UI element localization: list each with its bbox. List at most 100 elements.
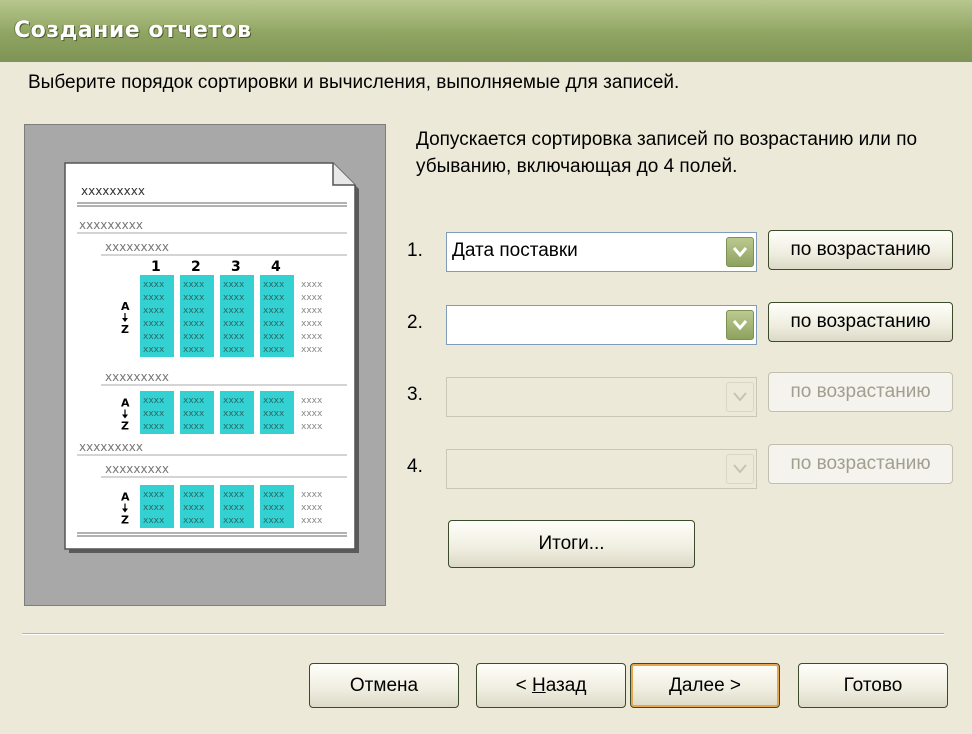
preview-placeholder: xxxx <box>143 409 165 419</box>
preview-placeholder: xxxx <box>183 503 205 513</box>
preview-placeholder: xxxx <box>183 396 205 406</box>
sort-field-4-combo[interactable] <box>446 449 757 489</box>
chevron-down-icon[interactable] <box>726 454 754 484</box>
preview-placeholder: xxxx <box>143 332 165 342</box>
preview-placeholder: xxxx <box>183 516 205 526</box>
sort-row-1-number: 1. <box>407 240 423 261</box>
preview-placeholder: xxxx <box>183 345 205 355</box>
chevron-down-icon[interactable] <box>726 310 754 340</box>
preview-placeholder: xxxxxxxxx <box>105 370 169 384</box>
preview-placeholder: xxxx <box>223 306 245 316</box>
report-preview-panel: xxxxxxxxx xxxxxxxxx xxxxxxxxx 1 2 3 4 xxxx xxxx x… <box>24 124 386 606</box>
sort-glyph-a: A <box>121 491 130 504</box>
preview-placeholder: xxxx <box>143 280 165 290</box>
preview-placeholder: xxxxxxxxx <box>79 218 143 232</box>
finish-button[interactable]: Готово <box>798 663 948 708</box>
preview-placeholder: xxxx <box>183 293 205 303</box>
sort-order-1-button[interactable]: по возрастанию <box>768 230 953 270</box>
sort-row-4-number: 4. <box>407 456 423 477</box>
totals-button[interactable]: Итоги... <box>448 520 695 568</box>
preview-placeholder: xxxx <box>263 503 285 513</box>
preview-placeholder: xxxx <box>223 490 245 500</box>
preview-placeholder: xxxx <box>301 293 323 303</box>
back-button-prefix: < <box>515 675 532 696</box>
report-wizard-dialog: Создание отчетов Выберите порядок сортир… <box>0 0 972 734</box>
preview-placeholder: xxxx <box>183 422 205 432</box>
preview-placeholder: xxxx <box>263 280 285 290</box>
preview-placeholder: xxxx <box>223 332 245 342</box>
preview-placeholder: xxxx <box>263 306 285 316</box>
preview-column-number: 2 <box>191 259 201 275</box>
preview-placeholder: xxxx <box>263 332 285 342</box>
preview-placeholder: xxxx <box>183 409 205 419</box>
preview-placeholder: xxxx <box>223 409 245 419</box>
preview-placeholder: xxxx <box>301 345 323 355</box>
cancel-button[interactable]: Отмена <box>309 663 459 708</box>
preview-placeholder: xxxx <box>263 396 285 406</box>
sort-description: Допускается сортировка записей по возрас… <box>416 129 918 177</box>
preview-placeholder: xxxxxxxxx <box>79 440 143 454</box>
preview-placeholder: xxxxxxxxx <box>81 184 145 198</box>
next-button-hotkey: Д <box>668 675 682 696</box>
sort-field-3-combo[interactable] <box>446 377 757 417</box>
preview-placeholder: xxxx <box>301 516 323 526</box>
sort-glyph-z: Z <box>121 323 129 336</box>
chevron-down-icon[interactable] <box>726 237 754 267</box>
preview-placeholder: xxxx <box>183 280 205 290</box>
preview-placeholder: xxxxxxxxx <box>105 462 169 476</box>
preview-placeholder: xxxx <box>301 319 323 329</box>
preview-placeholder: xxxx <box>223 503 245 513</box>
preview-placeholder: xxxx <box>301 490 323 500</box>
preview-placeholder: xxxx <box>301 396 323 406</box>
preview-placeholder: xxxx <box>143 396 165 406</box>
preview-placeholder: xxxx <box>263 516 285 526</box>
sort-glyph-z: Z <box>121 514 129 527</box>
title-bar[interactable]: Создание отчетов <box>0 0 972 62</box>
preview-placeholder: xxxx <box>223 319 245 329</box>
report-preview-illustration: xxxxxxxxxxxxxxxxxxxxxxxxxxx1 2 3 4xxxxxxxxx… <box>64 162 359 553</box>
preview-placeholder: xxxx <box>301 332 323 342</box>
preview-placeholder: xxxx <box>183 319 205 329</box>
sort-glyph-a: A <box>121 397 130 410</box>
preview-placeholder: xxxx <box>183 490 205 500</box>
preview-placeholder: xxxx <box>263 319 285 329</box>
preview-placeholder: xxxx <box>143 345 165 355</box>
preview-placeholder: xxxx <box>223 293 245 303</box>
next-button-rest: алее > <box>681 675 742 696</box>
preview-placeholder: xxxx <box>183 332 205 342</box>
sort-order-4-button[interactable]: по возрастанию <box>768 444 953 484</box>
back-button[interactable]: < Назад <box>476 663 626 708</box>
preview-placeholder: xxxx <box>263 490 285 500</box>
back-button-hotkey: Н <box>531 675 546 696</box>
sort-order-3-button[interactable]: по возрастанию <box>768 372 953 412</box>
preview-placeholder: xxxx <box>143 422 165 432</box>
preview-placeholder: xxxx <box>301 422 323 432</box>
preview-column-number: 3 <box>231 259 241 275</box>
sort-field-2-combo[interactable] <box>446 305 757 345</box>
preview-placeholder: xxxx <box>183 306 205 316</box>
preview-placeholder: xxxx <box>143 306 165 316</box>
preview-placeholder: xxxx <box>263 422 285 432</box>
preview-column-number: 1 <box>151 259 161 275</box>
button-separator <box>22 633 944 635</box>
preview-placeholder: xxxx <box>223 516 245 526</box>
sort-row-2-number: 2. <box>407 312 423 333</box>
sort-field-1-combo[interactable]: Дата поставки <box>446 232 757 272</box>
next-button[interactable]: Далее > <box>630 663 780 708</box>
preview-placeholder: xxxx <box>301 306 323 316</box>
preview-placeholder: xxxx <box>301 409 323 419</box>
preview-placeholder: xxxx <box>143 319 165 329</box>
preview-placeholder: xxxx <box>301 280 323 290</box>
sort-order-2-button[interactable]: по возрастанию <box>768 302 953 342</box>
preview-placeholder: xxxx <box>143 503 165 513</box>
preview-placeholder: xxxx <box>143 516 165 526</box>
preview-placeholder: xxxx <box>223 396 245 406</box>
preview-placeholder: xxxxxxxxx <box>105 240 169 254</box>
sort-row-3-number: 3. <box>407 384 423 405</box>
chevron-down-icon[interactable] <box>726 382 754 412</box>
preview-placeholder: xxxx <box>301 503 323 513</box>
sort-glyph-z: Z <box>121 420 129 433</box>
instruction-text: Выберите порядок сортировки и вычисления… <box>28 72 680 93</box>
preview-placeholder: xxxx <box>143 293 165 303</box>
preview-placeholder: xxxx <box>143 490 165 500</box>
